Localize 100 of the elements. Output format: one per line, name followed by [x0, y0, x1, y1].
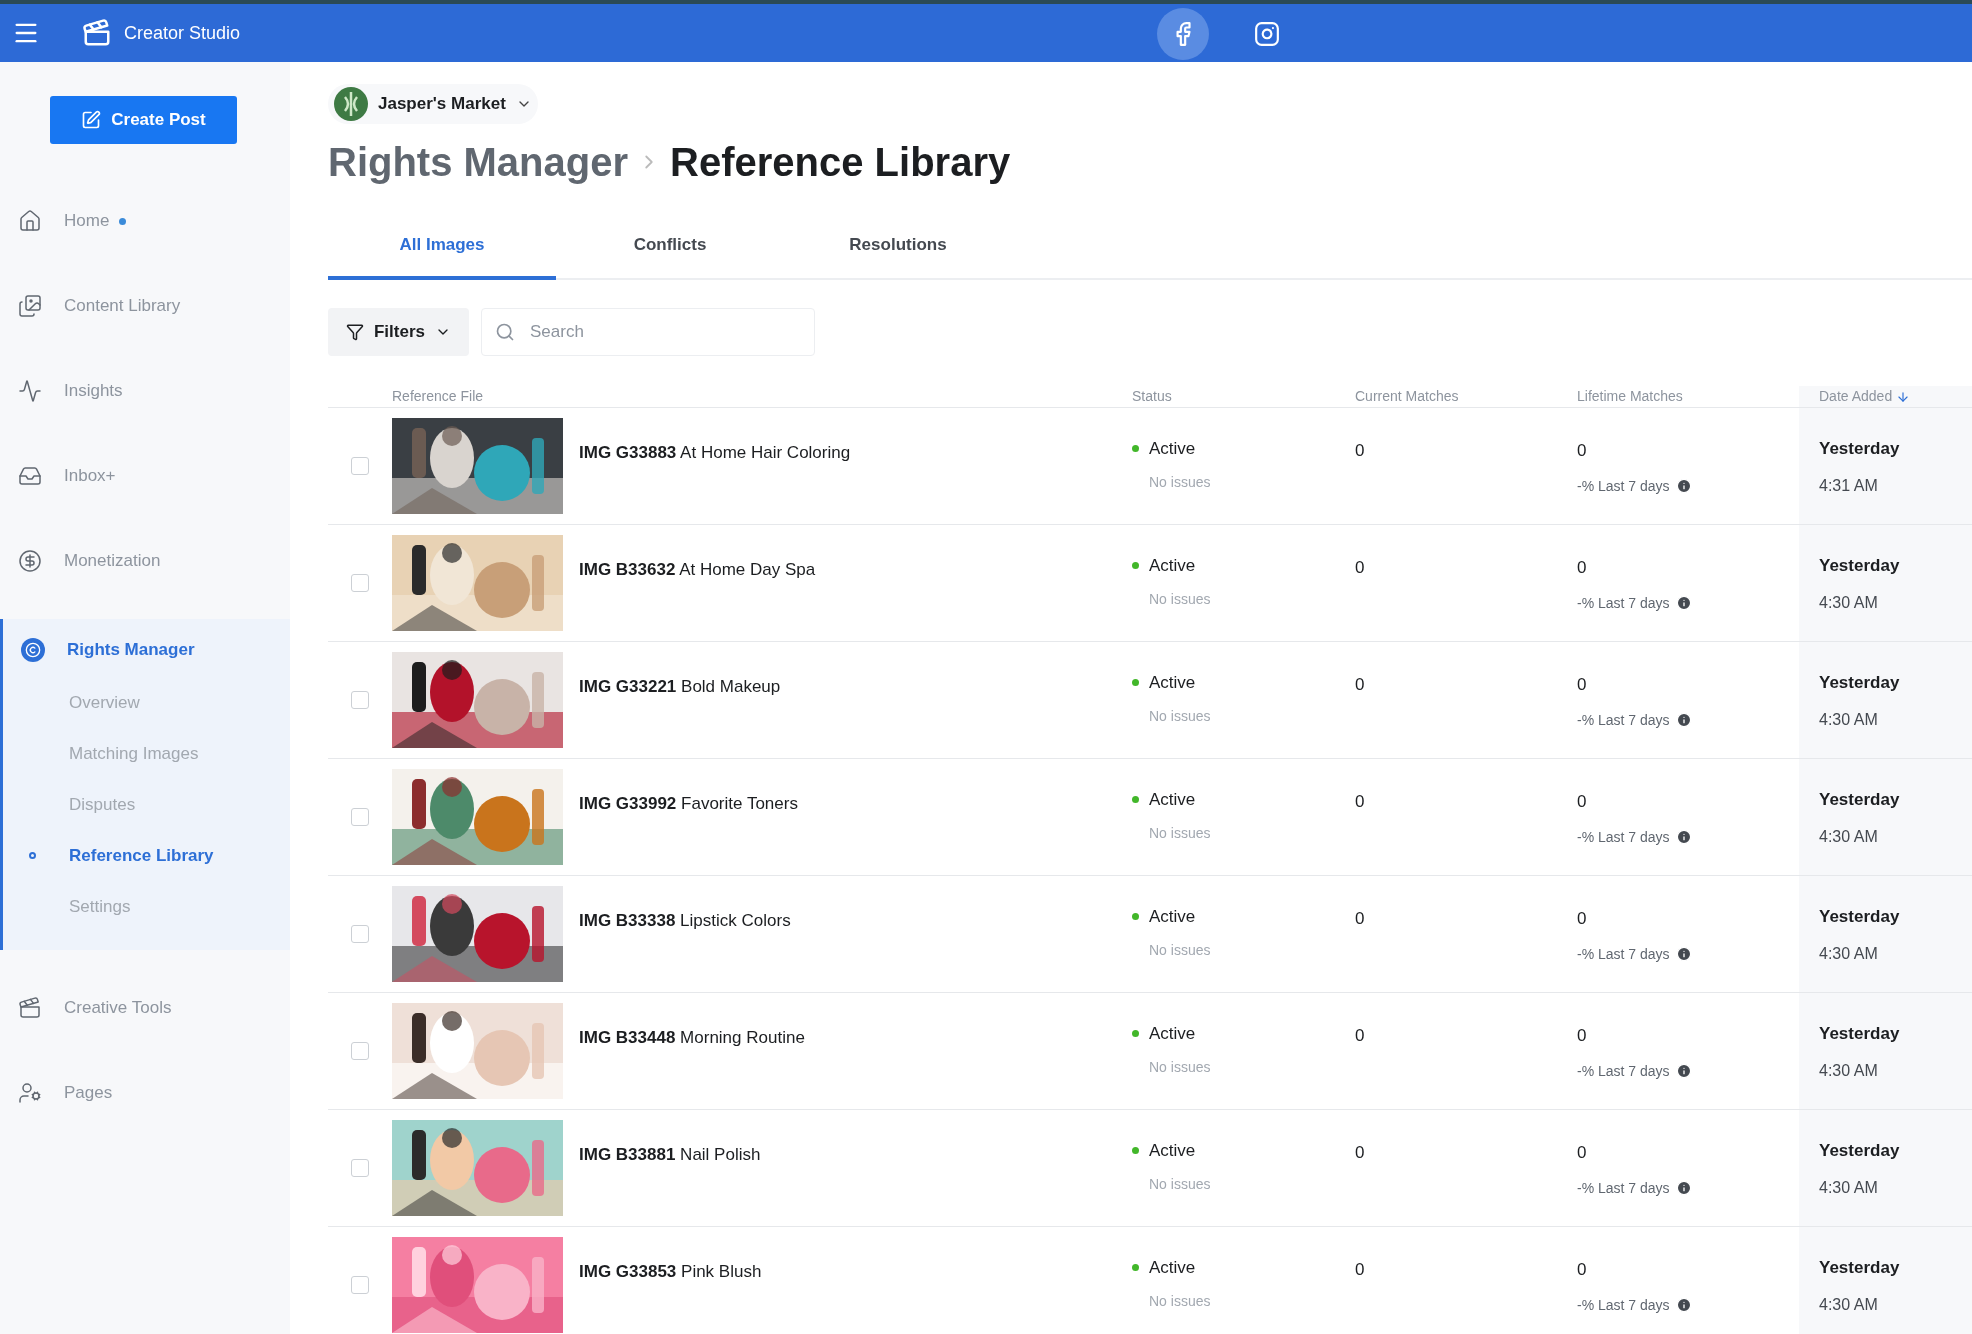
file-name: IMG G33883 At Home Hair Coloring	[579, 442, 851, 464]
table-cell-text: 0	[1577, 1259, 1588, 1281]
status-text: Active	[1132, 1255, 1355, 1281]
filter-icon	[346, 323, 364, 341]
info-icon[interactable]	[1675, 1297, 1692, 1313]
table-cell: 0	[1355, 1260, 1365, 1279]
status-note: No issues	[1148, 823, 1212, 843]
dollar-icon	[18, 549, 42, 573]
column-header[interactable]: Lifetime Matches	[1577, 386, 1683, 407]
table-cell: 0	[1355, 558, 1365, 577]
file-name: IMG G33853 Pink Blush	[579, 1261, 762, 1283]
filters-button[interactable]: Filters	[328, 308, 469, 356]
date-text: Yesterday	[1819, 555, 1901, 577]
time-text: 4:30 AM	[1819, 943, 1879, 964]
sidebar-item[interactable]: Creative Tools	[64, 995, 172, 1021]
row-checkbox[interactable]	[351, 574, 369, 592]
sidebar-item[interactable]: Monetization	[64, 548, 161, 574]
clapperboard-icon	[18, 996, 42, 1020]
create-post-button[interactable]: Create Post	[50, 96, 237, 144]
info-icon[interactable]	[1675, 1063, 1692, 1079]
date-text: Yesterday	[1819, 1140, 1901, 1162]
images-icon	[18, 294, 42, 318]
sidebar-subitem[interactable]: Settings	[69, 893, 131, 920]
time-text: 4:30 AM	[1819, 1177, 1879, 1198]
sidebar-item[interactable]: Pages	[64, 1080, 113, 1106]
sidebar-item[interactable]: Insights	[64, 378, 123, 404]
date-text: Yesterday	[1819, 438, 1901, 460]
sidebar-subitem[interactable]: Disputes	[69, 791, 136, 818]
sidebar-item[interactable]: Content Library	[64, 293, 181, 319]
search-field[interactable]: Search	[481, 308, 815, 356]
table-cell: 0	[1355, 792, 1365, 811]
sidebar-item[interactable]: Home	[64, 208, 110, 234]
line-chart-icon	[18, 379, 42, 403]
trend-note: -% Last 7 days	[1577, 827, 1670, 847]
table-cell: 0	[1355, 909, 1365, 928]
column-header[interactable]: Current Matches	[1355, 386, 1459, 407]
avatar-icon	[334, 87, 368, 121]
edit-icon	[81, 110, 102, 130]
trend-note: -% Last 7 days	[1577, 710, 1670, 730]
tab[interactable]: All Images	[328, 214, 556, 280]
rights-icon	[21, 638, 45, 662]
account-selector[interactable]: Jasper's Market	[328, 84, 538, 124]
column-header[interactable]: Reference File	[392, 386, 484, 407]
sidebar-item[interactable]: Inbox+	[64, 463, 116, 489]
sidebar-subitem[interactable]: Overview	[69, 689, 140, 716]
trend-note: -% Last 7 days	[1577, 1178, 1670, 1198]
file-name: IMG G33992 Favorite Toners	[579, 793, 798, 815]
selected-indicator-icon	[29, 852, 36, 859]
file-name: IMG B33632 At Home Day Spa	[579, 559, 816, 581]
status-note: No issues	[1148, 1057, 1212, 1077]
status-note: No issues	[1148, 706, 1212, 726]
table-cell-text: 0	[1577, 440, 1588, 462]
sidebar-item[interactable]: Rights Manager	[67, 637, 195, 663]
info-icon[interactable]	[1675, 595, 1692, 611]
row-checkbox[interactable]	[351, 691, 369, 709]
trend-note: -% Last 7 days	[1577, 1061, 1670, 1081]
row-checkbox[interactable]	[351, 925, 369, 943]
time-text: 4:30 AM	[1819, 826, 1879, 847]
row-checkbox[interactable]	[351, 457, 369, 475]
search-icon	[495, 322, 515, 342]
column-header[interactable]: Status	[1132, 386, 1172, 407]
instagram-icon	[1254, 21, 1280, 47]
file-name: IMG G33221 Bold Makeup	[579, 676, 781, 698]
trend-note: -% Last 7 days	[1577, 1295, 1670, 1315]
status-text: Active	[1132, 436, 1355, 462]
file-name: IMG B33338 Lipstick Colors	[579, 910, 791, 932]
status-text: Active	[1132, 1138, 1355, 1164]
file-name: IMG B33881 Nail Polish	[579, 1144, 761, 1166]
info-icon[interactable]	[1675, 1180, 1692, 1196]
sidebar-subitem[interactable]: Reference Library	[69, 842, 214, 869]
sidebar-subitem[interactable]: Matching Images	[69, 740, 199, 767]
status-note: No issues	[1148, 1174, 1212, 1194]
page-title: Reference Library	[670, 139, 1011, 186]
time-text: 4:30 AM	[1819, 1294, 1879, 1315]
facebook-tab[interactable]	[1157, 8, 1209, 60]
table-cell-text: 0	[1577, 1025, 1588, 1047]
status-text: Active	[1132, 787, 1355, 813]
table-cell-text: 0	[1577, 674, 1588, 696]
trend-note: -% Last 7 days	[1577, 593, 1670, 613]
time-text: 4:30 AM	[1819, 709, 1879, 730]
breadcrumb-link[interactable]: Rights Manager	[328, 132, 629, 192]
row-checkbox[interactable]	[351, 808, 369, 826]
date-text: Yesterday	[1819, 672, 1901, 694]
tab[interactable]: Resolutions	[784, 214, 1012, 280]
table-cell: 0	[1355, 675, 1365, 694]
info-icon[interactable]	[1675, 712, 1692, 728]
time-text: 4:31 AM	[1819, 475, 1879, 496]
status-text: Active	[1132, 904, 1355, 930]
row-checkbox[interactable]	[351, 1159, 369, 1177]
info-icon[interactable]	[1675, 829, 1692, 845]
info-icon[interactable]	[1675, 478, 1692, 494]
status-note: No issues	[1148, 472, 1212, 492]
row-checkbox[interactable]	[351, 1042, 369, 1060]
tab[interactable]: Conflicts	[556, 214, 784, 280]
table-cell-text: 0	[1577, 557, 1588, 579]
table-cell-text: 0	[1577, 1142, 1588, 1164]
clapperboard-icon	[82, 18, 112, 48]
row-checkbox[interactable]	[351, 1276, 369, 1294]
status-note: No issues	[1148, 1291, 1212, 1311]
info-icon[interactable]	[1675, 946, 1692, 962]
